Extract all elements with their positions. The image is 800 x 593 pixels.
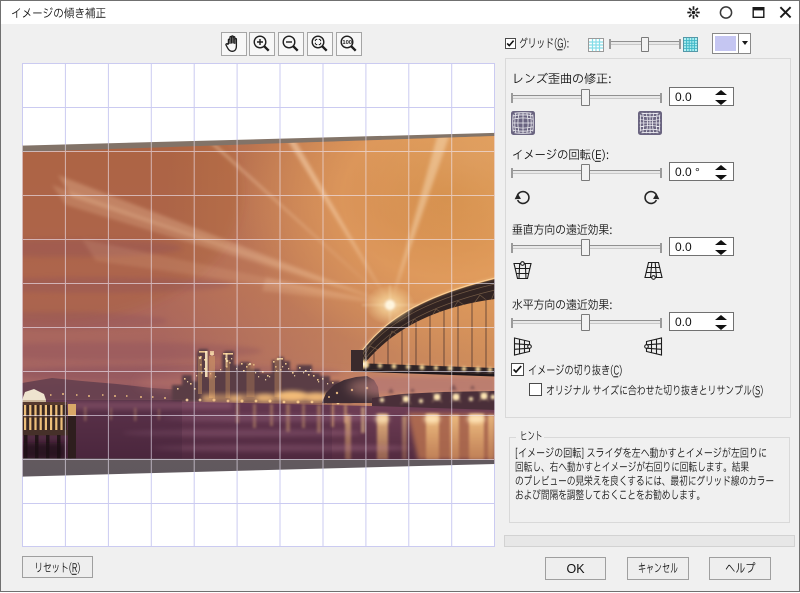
svg-text:100: 100 bbox=[342, 40, 352, 46]
